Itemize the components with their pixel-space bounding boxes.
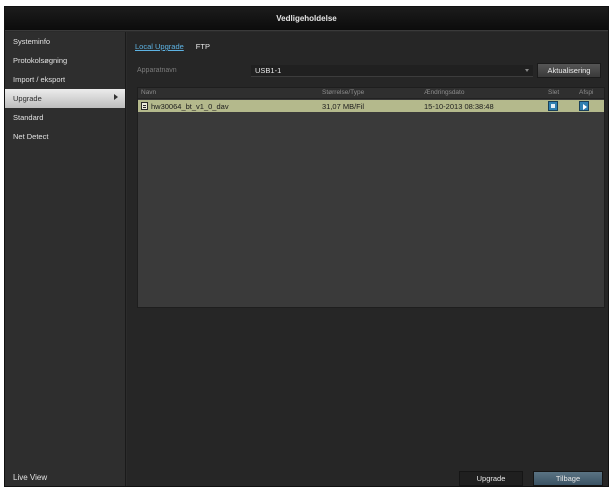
- sidebar-item-log-search[interactable]: Protokolsøgning: [5, 51, 125, 70]
- device-select-value: USB1-1: [255, 66, 282, 75]
- sidebar-item-label: Import / eksport: [13, 75, 66, 84]
- sidebar-item-systeminfo[interactable]: Systeminfo: [5, 32, 125, 51]
- back-button[interactable]: Tilbage: [533, 471, 603, 486]
- file-table: Navn Størrelse/Type Ændringsdato Slet Af…: [137, 87, 605, 308]
- title-bar: Vedligeholdelse: [5, 7, 608, 31]
- device-row: Apparatnavn USB1-1 Aktualisering: [133, 61, 603, 81]
- window-title: Vedligeholdelse: [276, 14, 337, 23]
- refresh-button[interactable]: Aktualisering: [537, 63, 601, 78]
- column-header-play: Afspi: [579, 89, 594, 96]
- table-header: Navn Størrelse/Type Ændringsdato Slet Af…: [138, 88, 604, 99]
- sidebar-item-label: Standard: [13, 113, 44, 122]
- upgrade-panel: Local Upgrade FTP Apparatnavn USB1-1 Akt…: [127, 32, 608, 486]
- sidebar: Systeminfo Protokolsøgning Import / eksp…: [5, 32, 126, 486]
- tab-bar: Local Upgrade FTP: [133, 42, 212, 52]
- sidebar-item-label: Systeminfo: [13, 37, 51, 46]
- upgrade-button[interactable]: Upgrade: [459, 471, 523, 486]
- file-icon: [141, 102, 148, 110]
- sidebar-item-standard[interactable]: Standard: [5, 108, 125, 127]
- sidebar-item-import-export[interactable]: Import / eksport: [5, 70, 125, 89]
- tab-local-upgrade[interactable]: Local Upgrade: [133, 42, 186, 52]
- chevron-right-icon: [114, 94, 118, 100]
- device-select[interactable]: USB1-1: [251, 65, 533, 77]
- sidebar-item-label: Net Detect: [13, 132, 49, 141]
- file-date: 15-10-2013 08:38:48: [424, 102, 494, 111]
- sidebar-item-label: Protokolsøgning: [13, 56, 68, 65]
- file-size: 31,07 MB/Fil: [322, 102, 365, 111]
- tab-ftp[interactable]: FTP: [194, 42, 212, 52]
- live-view-link[interactable]: Live View: [13, 473, 47, 482]
- delete-icon[interactable]: [548, 101, 558, 111]
- maintenance-window: Vedligeholdelse Systeminfo Protokolsøgni…: [4, 6, 609, 487]
- sidebar-item-net-detect[interactable]: Net Detect: [5, 127, 125, 146]
- column-header-delete: Slet: [548, 89, 560, 96]
- column-header-date: Ændringsdato: [424, 89, 465, 96]
- table-row[interactable]: hw30064_bt_v1_0_dav 31,07 MB/Fil 15-10-2…: [138, 100, 604, 112]
- column-header-size: Størrelse/Type: [322, 89, 365, 96]
- device-name-label: Apparatnavn: [137, 67, 177, 74]
- file-name: hw30064_bt_v1_0_dav: [151, 102, 229, 111]
- dropdown-arrow-icon: [525, 69, 529, 72]
- sidebar-item-upgrade[interactable]: Upgrade: [5, 89, 125, 108]
- column-header-name: Navn: [141, 89, 157, 96]
- sidebar-item-label: Upgrade: [13, 94, 42, 103]
- play-icon[interactable]: [579, 101, 589, 111]
